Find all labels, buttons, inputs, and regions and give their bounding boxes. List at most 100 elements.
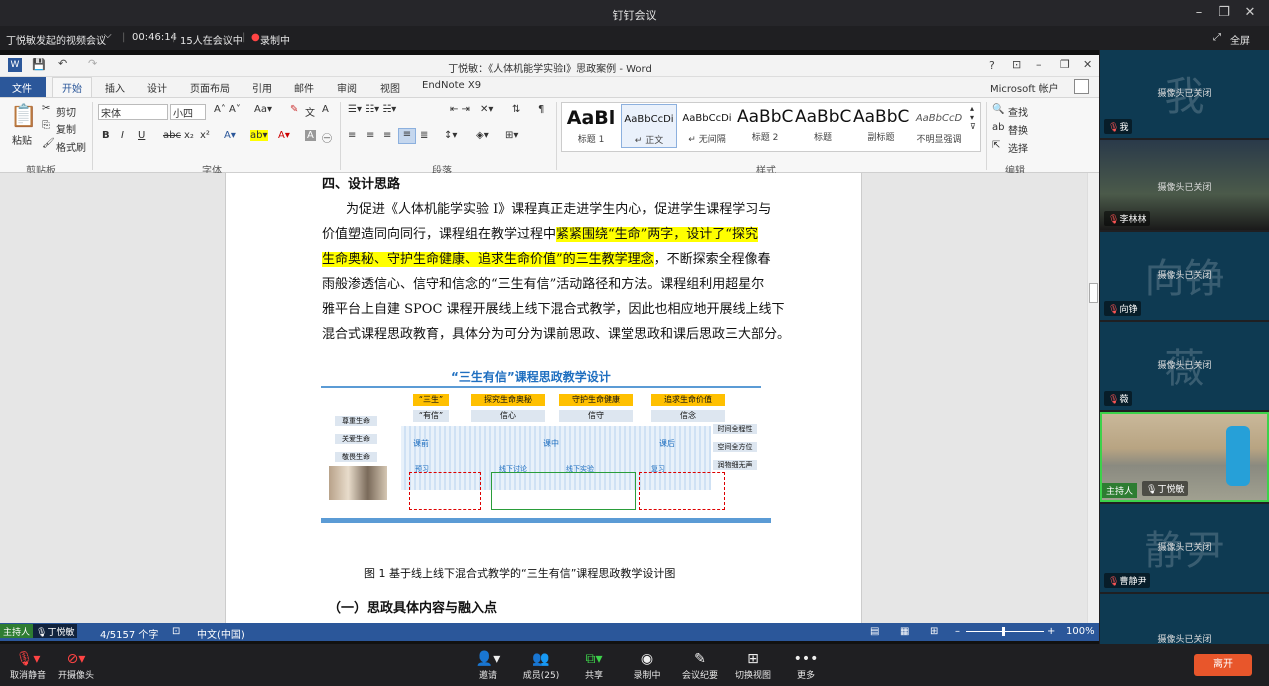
read-mode-icon[interactable]: ▤ bbox=[870, 626, 879, 637]
document-page[interactable]: 四、设计思路 为促进《人体机能学实验 I》课程真正走进学生内心，促进学生课程学习… bbox=[225, 173, 862, 623]
line-spacing-icon[interactable]: ↕▾ bbox=[444, 130, 457, 141]
zoom-out-icon[interactable]: – bbox=[955, 626, 960, 637]
proofing-icon[interactable]: ⊡ bbox=[172, 626, 180, 637]
tab-file[interactable]: 文件 bbox=[12, 80, 32, 95]
format-painter-icon[interactable]: 🖌 bbox=[42, 138, 55, 149]
camera-button[interactable]: ⊘▾ 开摄像头 bbox=[48, 650, 104, 681]
minimize-icon[interactable]: – bbox=[1190, 4, 1208, 22]
style-heading1[interactable]: AaBl 标题 1 bbox=[563, 104, 619, 148]
share-button[interactable]: ⧉▾ 共享 bbox=[566, 650, 622, 681]
copy-button[interactable]: 复制 bbox=[56, 121, 76, 136]
style-heading2[interactable]: AaBbC 标题 2 bbox=[737, 104, 793, 148]
participant-tile[interactable]: 向铮 摄像头已关闭 🎙向铮 bbox=[1100, 232, 1269, 320]
web-layout-icon[interactable]: ⊞ bbox=[930, 626, 938, 637]
font-name-select[interactable]: 宋体 bbox=[98, 104, 168, 120]
styles-scroll-icon[interactable]: ▴ ▾ ⊽ bbox=[970, 104, 976, 131]
chevron-down-icon[interactable]: ⌵ bbox=[104, 30, 112, 41]
maximize-icon[interactable]: ❐ bbox=[1215, 4, 1233, 22]
tab-review[interactable]: 审阅 bbox=[337, 80, 357, 95]
grow-font-icon[interactable]: A˄ A˅ bbox=[214, 104, 241, 115]
ribbon-display-icon[interactable]: ⊡ bbox=[1012, 58, 1021, 71]
tab-mailings[interactable]: 邮件 bbox=[294, 80, 314, 95]
help-icon[interactable]: ? bbox=[989, 59, 995, 72]
copy-icon[interactable]: ⎘ bbox=[42, 120, 50, 131]
redo-icon[interactable]: ↷ bbox=[88, 57, 97, 70]
leave-button[interactable]: 离开 bbox=[1194, 654, 1252, 676]
close-icon[interactable]: ✕ bbox=[1241, 4, 1259, 22]
justify-icon[interactable]: ≡ bbox=[398, 128, 416, 144]
tab-insert[interactable]: 插入 bbox=[105, 80, 125, 95]
word-count[interactable]: 4/5157 个字 bbox=[100, 626, 158, 641]
indent-icon[interactable]: ⇤ ⇥ bbox=[450, 104, 470, 115]
italic-icon[interactable]: I bbox=[121, 130, 124, 141]
zoom-slider-thumb[interactable] bbox=[1002, 627, 1005, 636]
fullscreen-button[interactable]: 全屏 bbox=[1230, 32, 1250, 47]
zoom-slider[interactable] bbox=[966, 631, 1044, 632]
participant-tile[interactable]: 摄像头已关闭 bbox=[1100, 594, 1269, 644]
bold-icon[interactable]: B bbox=[102, 130, 110, 141]
vertical-scrollbar[interactable] bbox=[1087, 173, 1099, 623]
zoom-level[interactable]: 100% bbox=[1066, 626, 1095, 637]
invite-button[interactable]: 👤▾ 邀请 bbox=[460, 650, 516, 681]
account-name[interactable]: Microsoft 帐户 bbox=[990, 80, 1059, 95]
tab-endnote[interactable]: EndNote X9 bbox=[422, 80, 481, 91]
borders-icon[interactable]: ⊞▾ bbox=[505, 130, 518, 141]
fullscreen-icon[interactable]: ⤢ bbox=[1213, 32, 1221, 43]
minutes-button[interactable]: ✎ 会议纪要 bbox=[672, 650, 728, 681]
style-subtle-emphasis[interactable]: AaBbCcD 不明显强调 bbox=[911, 104, 967, 148]
select-icon[interactable]: ⇱ bbox=[992, 140, 1000, 151]
scrollbar-thumb[interactable] bbox=[1089, 283, 1098, 303]
strikethrough-icon[interactable]: abc bbox=[163, 130, 181, 141]
superscript-icon[interactable]: x² bbox=[200, 130, 210, 141]
shading-icon[interactable]: ◈▾ bbox=[476, 130, 489, 141]
tab-design[interactable]: 设计 bbox=[147, 80, 167, 95]
enclose-char-icon[interactable]: ㊀ bbox=[322, 130, 332, 145]
subscript-icon[interactable]: x₂ bbox=[184, 130, 194, 141]
word-restore-icon[interactable]: ❐ bbox=[1060, 58, 1070, 71]
layout-button[interactable]: ⊞ 切换视图 bbox=[725, 650, 781, 681]
design-figure[interactable]: “三生有信”课程思政教学设计 “三生” 探究生命奥秘 守护生命健康 追求生命价值… bbox=[321, 368, 776, 538]
style-normal[interactable]: AaBbCcDi ↵ 正文 bbox=[621, 104, 677, 148]
underline-icon[interactable]: U bbox=[138, 130, 145, 141]
members-button[interactable]: 👥 成员(25) bbox=[513, 650, 569, 681]
zoom-in-icon[interactable]: + bbox=[1047, 626, 1055, 637]
replace-icon[interactable]: ab bbox=[992, 122, 1004, 133]
sort-icon[interactable]: ⇅ bbox=[512, 104, 520, 115]
clear-format-icon[interactable]: ✎ bbox=[290, 104, 298, 115]
save-icon[interactable]: 💾 bbox=[32, 58, 46, 71]
replace-button[interactable]: 替换 bbox=[1008, 122, 1028, 137]
align-left-icon[interactable]: ≡ bbox=[348, 130, 356, 141]
style-no-spacing[interactable]: AaBbCcDi ↵ 无间隔 bbox=[679, 104, 735, 148]
meeting-name[interactable]: 丁悦敏发起的视频会议 bbox=[6, 32, 106, 47]
phonetic-icon[interactable]: 文 bbox=[305, 104, 315, 119]
print-layout-icon[interactable]: ▦ bbox=[900, 626, 909, 637]
format-painter-button[interactable]: 格式刷 bbox=[56, 139, 86, 154]
char-border-icon[interactable]: A bbox=[322, 104, 329, 115]
style-subtitle[interactable]: AaBbC 副标题 bbox=[853, 104, 909, 148]
participant-tile-active[interactable]: 主持人 🎙丁悦敏 bbox=[1100, 412, 1269, 502]
cut-button[interactable]: 剪切 bbox=[56, 104, 76, 119]
find-icon[interactable]: 🔍 bbox=[992, 104, 1004, 115]
cut-icon[interactable]: ✂ bbox=[42, 103, 50, 114]
font-size-select[interactable]: 小四 bbox=[170, 104, 206, 120]
font-color-icon[interactable]: A▾ bbox=[278, 130, 290, 141]
paste-button[interactable]: 粘贴 bbox=[12, 132, 32, 147]
change-case-icon[interactable]: Aa▾ bbox=[254, 104, 272, 115]
paste-icon[interactable]: 📋 bbox=[10, 104, 37, 129]
char-shading-icon[interactable]: A bbox=[305, 130, 316, 141]
undo-icon[interactable]: ↶ bbox=[58, 57, 67, 70]
select-button[interactable]: 选择 bbox=[1008, 140, 1028, 155]
word-minimize-icon[interactable]: – bbox=[1036, 58, 1042, 71]
avatar[interactable] bbox=[1074, 79, 1089, 94]
record-button[interactable]: ◉ 录制中 bbox=[619, 650, 675, 681]
find-button[interactable]: 查找 bbox=[1008, 104, 1028, 119]
show-marks-icon[interactable]: ¶ bbox=[538, 104, 544, 115]
style-title[interactable]: AaBbC 标题 bbox=[795, 104, 851, 148]
participant-count[interactable]: 15人在会议中 bbox=[180, 32, 243, 47]
tab-home[interactable]: 开始 bbox=[62, 80, 82, 95]
bullets-icon[interactable]: ☰▾ ☷▾ ☵▾ bbox=[348, 104, 396, 115]
participant-tile[interactable]: 薇 摄像头已关闭 🎙薇 bbox=[1100, 322, 1269, 410]
text-effect-icon[interactable]: A▾ bbox=[224, 130, 236, 141]
tab-layout[interactable]: 页面布局 bbox=[190, 80, 230, 95]
participant-tile[interactable]: 摄像头已关闭 🎙李林林 bbox=[1100, 140, 1269, 230]
